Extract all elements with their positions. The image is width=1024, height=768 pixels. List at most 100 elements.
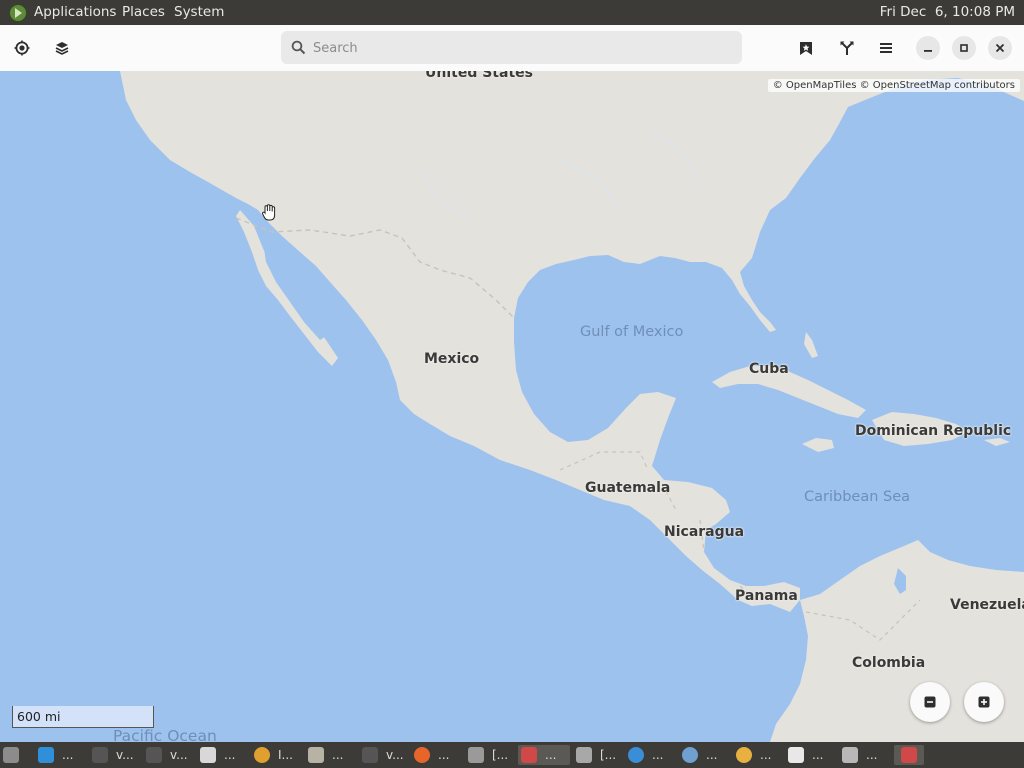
- taskbar-item-label: [...: [492, 748, 509, 762]
- taskbar-item-label: ...: [545, 748, 557, 762]
- taskbar-item[interactable]: ...: [308, 745, 356, 765]
- location-icon: [14, 40, 30, 56]
- taskbar-item-label: ...: [866, 748, 878, 762]
- taskbar-item[interactable]: v...: [362, 745, 410, 765]
- taskbar-item-label: v...: [116, 748, 134, 762]
- bahamas: [804, 332, 818, 358]
- zoom-out-button[interactable]: [910, 682, 950, 722]
- favorites-icon: [800, 42, 812, 55]
- zoom-in-button[interactable]: [964, 682, 1004, 722]
- north-america-landmass: [120, 71, 1024, 612]
- cuba: [712, 366, 866, 418]
- jamaica: [802, 438, 834, 452]
- taskbar-item[interactable]: ...: [682, 745, 730, 765]
- taskbar-item[interactable]: ...: [628, 745, 676, 765]
- main-menu-button[interactable]: [873, 35, 899, 61]
- taskbar-item[interactable]: v...: [92, 745, 140, 765]
- route-icon: [840, 41, 854, 55]
- label-gulf-of-mexico: Gulf of Mexico: [580, 324, 684, 340]
- header-bar: [0, 25, 1024, 72]
- taskbar-item[interactable]: [...: [576, 745, 624, 765]
- maximize-button[interactable]: [952, 36, 976, 60]
- search-box[interactable]: [281, 31, 742, 66]
- firefox-icon: [414, 747, 430, 763]
- search-icon: [291, 40, 306, 55]
- terminal-icon: [146, 747, 162, 763]
- close-icon: [995, 43, 1005, 53]
- taskbar-item[interactable]: ...: [200, 745, 248, 765]
- label-mexico: Mexico: [424, 351, 480, 367]
- screenshot-icon: [576, 747, 592, 763]
- maps-icon: [901, 747, 917, 763]
- label-guatemala: Guatemala: [585, 480, 671, 496]
- zoom-out-icon: [924, 696, 936, 708]
- taskbar-item[interactable]: I...: [254, 745, 302, 765]
- taskbar: ... v... v... ... I... ... v... ... [...…: [0, 742, 1024, 768]
- taskbar-item[interactable]: [894, 745, 924, 765]
- minimize-button[interactable]: [916, 36, 940, 60]
- taskbar-item-label: v...: [386, 748, 404, 762]
- camera-icon: [468, 747, 484, 763]
- settings-icon: [682, 747, 698, 763]
- vscode-icon: [38, 747, 54, 763]
- taskbar-item-label: ...: [224, 748, 236, 762]
- close-button[interactable]: [988, 36, 1012, 60]
- taskbar-item-label: v...: [170, 748, 188, 762]
- window-icon: [200, 747, 216, 763]
- system-menu[interactable]: System: [174, 4, 224, 20]
- disk-icon: [842, 747, 858, 763]
- zoom-in-icon: [978, 696, 990, 708]
- terminal-icon: [92, 747, 108, 763]
- taskbar-item[interactable]: ...: [736, 745, 784, 765]
- taskbar-item-label: ...: [812, 748, 824, 762]
- weather-icon: [736, 747, 752, 763]
- top-panel: Applications Places System Fri Dec 6, 10…: [0, 0, 1024, 25]
- taskbar-item[interactable]: ...: [414, 745, 462, 765]
- map-view[interactable]: © OpenMapTiles © OpenStreetMap contribut…: [0, 71, 1024, 742]
- terminal-icon: [362, 747, 378, 763]
- clock[interactable]: Fri Dec 6, 10:08 PM: [880, 4, 1015, 20]
- layers-button[interactable]: [49, 35, 75, 61]
- label-cuba: Cuba: [749, 361, 789, 377]
- taskbar-item-show-desktop[interactable]: [3, 745, 27, 765]
- label-colombia: Colombia: [852, 655, 926, 671]
- app-icon: [254, 747, 270, 763]
- label-panama: Panama: [735, 588, 798, 604]
- taskbar-item[interactable]: ...: [38, 745, 86, 765]
- taskbar-item-label: ...: [760, 748, 772, 762]
- maximize-icon: [960, 44, 968, 52]
- minimize-icon: [924, 50, 932, 52]
- taskbar-item[interactable]: v...: [146, 745, 194, 765]
- maps-icon: [521, 747, 537, 763]
- taskbar-item-label: ...: [706, 748, 718, 762]
- taskbar-item-label: [...: [600, 748, 617, 762]
- scale-bar: 600 mi: [12, 706, 154, 728]
- map-land: [120, 71, 1024, 742]
- menu-icon: [880, 43, 892, 53]
- hand-cursor-icon: [262, 204, 276, 221]
- taskbar-item-label: I...: [278, 748, 293, 762]
- taskbar-item[interactable]: ...: [518, 745, 570, 765]
- show-desktop-icon: [3, 747, 19, 763]
- taskbar-item[interactable]: ...: [788, 745, 836, 765]
- label-pacific-ocean: Pacific Ocean: [113, 727, 217, 742]
- taskbar-item[interactable]: [...: [468, 745, 516, 765]
- taskbar-item-label: ...: [62, 748, 74, 762]
- applications-menu[interactable]: Applications: [34, 4, 116, 20]
- label-caribbean-sea: Caribbean Sea: [804, 489, 911, 505]
- location-button[interactable]: [9, 35, 35, 61]
- taskbar-item-label: ...: [652, 748, 664, 762]
- label-venezuela: Venezuela: [950, 597, 1024, 613]
- label-united-states: United States: [425, 71, 533, 81]
- applications-logo-icon[interactable]: [9, 4, 27, 22]
- map-attribution[interactable]: © OpenMapTiles © OpenStreetMap contribut…: [767, 79, 1020, 92]
- search-input[interactable]: [311, 31, 735, 66]
- route-button[interactable]: [834, 35, 860, 61]
- globe-icon: [628, 747, 644, 763]
- favorites-button[interactable]: [793, 35, 819, 61]
- puerto-rico: [984, 438, 1010, 446]
- places-menu[interactable]: Places: [122, 4, 165, 20]
- home-icon: [788, 747, 804, 763]
- taskbar-item[interactable]: ...: [842, 745, 890, 765]
- taskbar-item-label: ...: [438, 748, 450, 762]
